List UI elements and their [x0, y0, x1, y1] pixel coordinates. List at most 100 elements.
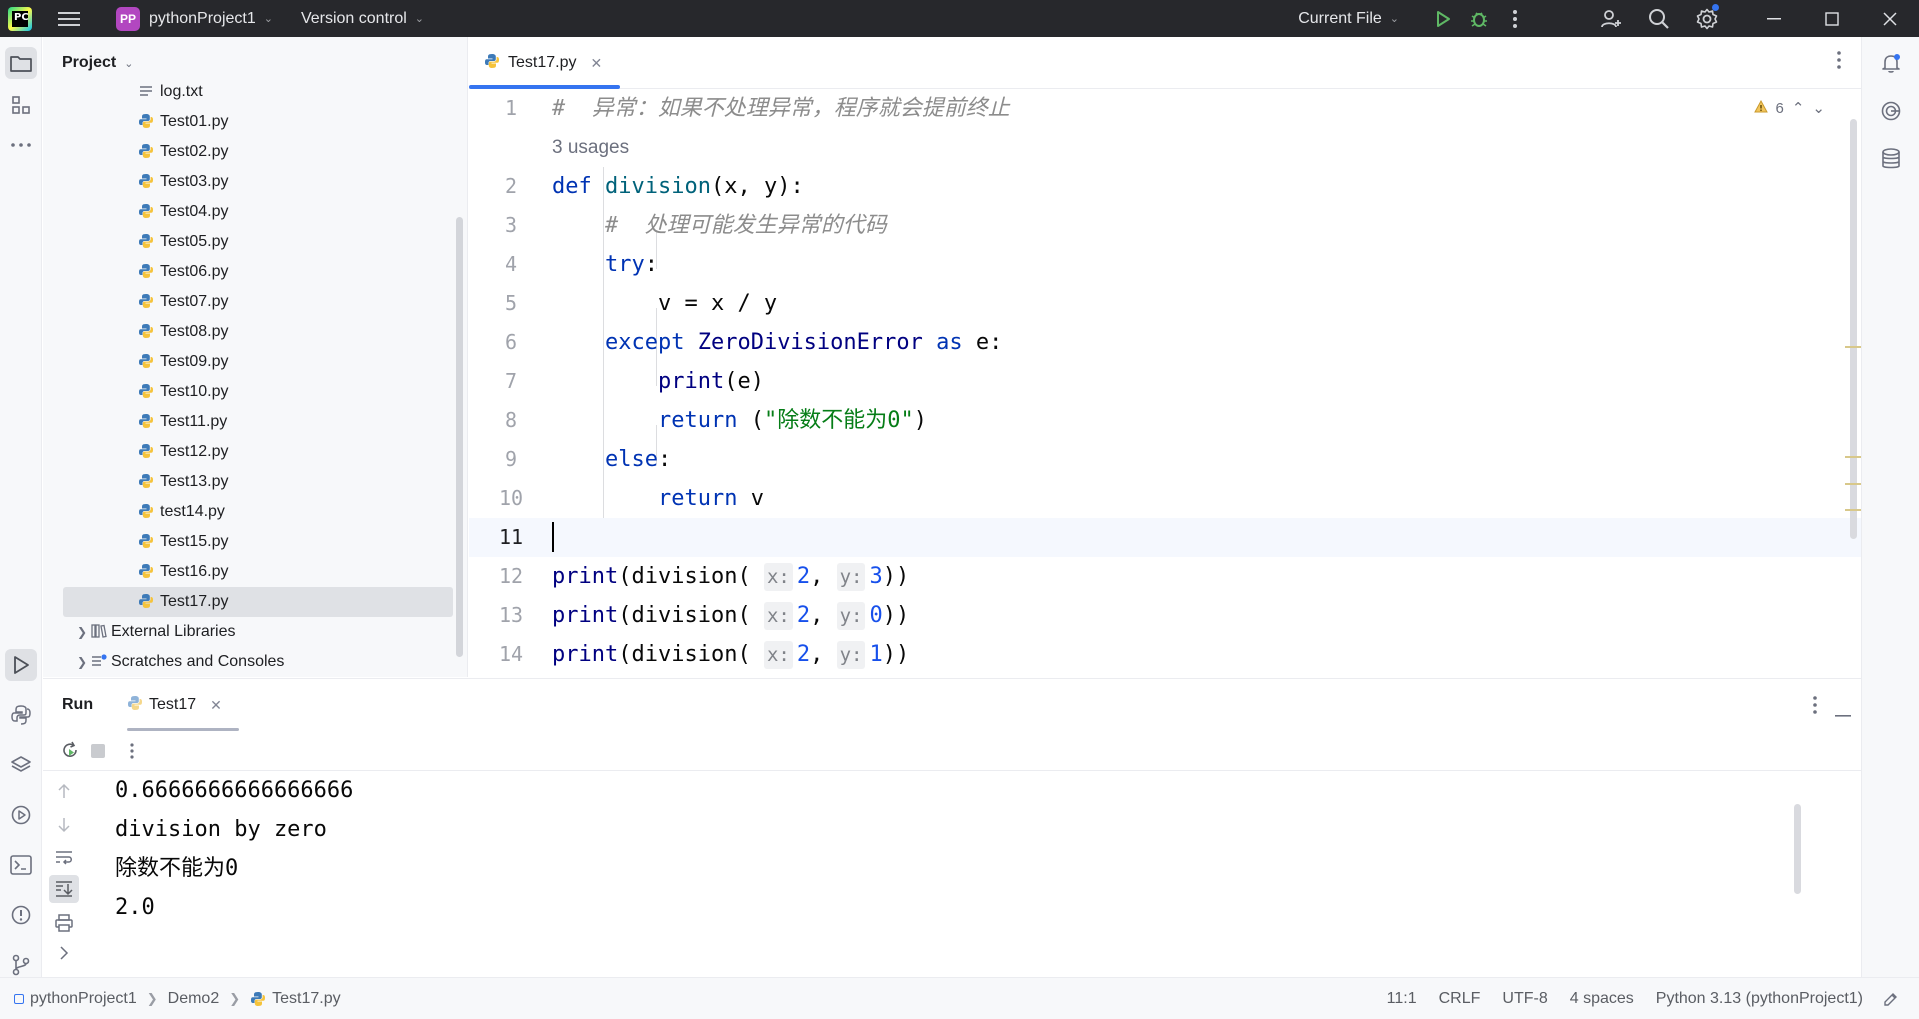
- run-tool-icon[interactable]: [5, 649, 37, 681]
- scroll-to-end-icon[interactable]: [49, 875, 79, 903]
- tree-item-py-file[interactable]: Test06.py: [63, 257, 453, 287]
- chevron-right-icon[interactable]: ❯: [77, 625, 87, 639]
- soft-wrap-icon[interactable]: [49, 843, 79, 871]
- tree-item-py-file[interactable]: test14.py: [63, 497, 453, 527]
- run-tab-test17[interactable]: Test17 ✕: [127, 679, 239, 731]
- run-icon[interactable]: [1425, 0, 1461, 37]
- tree-item-py-file[interactable]: Test02.py: [63, 137, 453, 167]
- editor-scrollbar[interactable]: [1850, 119, 1857, 539]
- run-more-icon[interactable]: [117, 736, 147, 766]
- project-scrollbar[interactable]: [456, 217, 463, 657]
- code-text: def division(x, y):: [552, 174, 804, 199]
- indent-setting[interactable]: 4 spaces: [1570, 990, 1634, 1008]
- tree-item-py-file[interactable]: Test11.py: [63, 407, 453, 437]
- editor-tabs-menu-icon[interactable]: [1837, 51, 1841, 74]
- database-icon[interactable]: [1875, 143, 1907, 175]
- usages-hint[interactable]: 3 usages: [552, 128, 629, 167]
- line-number: 9: [504, 447, 518, 471]
- rerun-icon[interactable]: [55, 736, 85, 766]
- tree-item-txt-file[interactable]: log.txt: [63, 77, 453, 107]
- console-scrollbar[interactable]: [1794, 804, 1801, 894]
- line-number: 6: [504, 330, 518, 354]
- file-encoding[interactable]: UTF-8: [1502, 990, 1547, 1008]
- close-tab-icon[interactable]: ✕: [210, 697, 222, 714]
- tree-item-external-libraries[interactable]: ❯ External Libraries: [63, 617, 453, 647]
- tree-item-py-file[interactable]: Test13.py: [63, 467, 453, 497]
- tree-item-label: Test01.py: [160, 113, 229, 130]
- hide-panel-icon[interactable]: [1835, 704, 1851, 722]
- debug-icon[interactable]: [1461, 0, 1497, 37]
- warning-marker[interactable]: [1845, 456, 1861, 458]
- terminal-icon[interactable]: [5, 849, 37, 881]
- search-icon[interactable]: [1641, 0, 1677, 37]
- python-packages-icon[interactable]: [5, 699, 37, 731]
- python-interpreter[interactable]: Python 3.13 (pythonProject1): [1656, 990, 1863, 1008]
- project-tool-icon[interactable]: [5, 47, 37, 79]
- tree-item-scratches[interactable]: ❯ Scratches and Consoles: [63, 647, 453, 677]
- settings-gear-icon[interactable]: [1689, 0, 1725, 37]
- project-panel: Project ⌄ log.txt Test01.py Test02.py Test0…: [43, 37, 468, 677]
- add-user-icon[interactable]: [1593, 0, 1629, 37]
- scroll-down-icon[interactable]: [49, 811, 79, 839]
- breadcrumb-project[interactable]: pythonProject1: [14, 990, 137, 1008]
- tree-item-py-file[interactable]: Test04.py: [63, 197, 453, 227]
- breadcrumb-label: pythonProject1: [30, 989, 137, 1007]
- chevron-right-icon[interactable]: ❯: [77, 655, 87, 669]
- chevron-up-icon[interactable]: ⌃: [1792, 99, 1805, 117]
- tree-item-py-file[interactable]: Test05.py: [63, 227, 453, 257]
- close-tab-icon[interactable]: ✕: [590, 55, 602, 72]
- caret-position[interactable]: 11:1: [1387, 990, 1417, 1008]
- tree-item-py-file[interactable]: Test01.py: [63, 107, 453, 137]
- warning-marker[interactable]: [1845, 483, 1861, 485]
- console-output[interactable]: 0.6666666666666666 division by zero 除数不能…: [115, 771, 1815, 978]
- tree-item-py-file[interactable]: Test07.py: [63, 287, 453, 317]
- tree-item-py-file[interactable]: Test12.py: [63, 437, 453, 467]
- problems-icon[interactable]: [5, 899, 37, 931]
- line-number: 13: [498, 603, 524, 627]
- tree-item-py-file[interactable]: Test16.py: [63, 557, 453, 587]
- maximize-window-button[interactable]: [1803, 0, 1861, 37]
- minimize-window-button[interactable]: [1745, 0, 1803, 37]
- inspection-widget[interactable]: 6 ⌃ ⌄: [1753, 99, 1825, 117]
- tree-item-py-file[interactable]: Test10.py: [63, 377, 453, 407]
- warning-marker[interactable]: [1845, 346, 1861, 348]
- tree-item-py-file[interactable]: Test03.py: [63, 167, 453, 197]
- right-tool-strip: [1861, 37, 1919, 977]
- more-actions-icon[interactable]: [1497, 0, 1533, 37]
- run-panel-title[interactable]: Run: [62, 679, 93, 731]
- tree-item-label: Scratches and Consoles: [111, 653, 285, 670]
- run-toolbar: [43, 731, 1861, 771]
- more-tools-icon[interactable]: [5, 129, 37, 161]
- chevron-right-icon[interactable]: [49, 939, 79, 967]
- tree-item-py-file[interactable]: Test08.py: [63, 317, 453, 347]
- tree-item-py-file[interactable]: Test17.py: [63, 587, 453, 617]
- breadcrumb-file[interactable]: Test17.py: [250, 990, 341, 1008]
- chevron-down-icon[interactable]: ⌄: [1812, 99, 1825, 117]
- tree-item-py-file[interactable]: Test15.py: [63, 527, 453, 557]
- version-control-menu[interactable]: Version control ⌄: [301, 10, 424, 28]
- run-configuration-selector[interactable]: Current File ⌄: [1298, 10, 1399, 28]
- layers-icon[interactable]: [5, 749, 37, 781]
- code-editor[interactable]: 1 # 异常：如果不处理异常，程序就会提前终止 3 usages 2 def d…: [469, 89, 1861, 677]
- tab-test17[interactable]: Test17.py ✕: [469, 37, 620, 89]
- run-options-icon[interactable]: [1813, 696, 1817, 719]
- code-line: 12 print(division( x: 2, y: 3)): [469, 557, 1861, 596]
- line-ending[interactable]: CRLF: [1439, 990, 1481, 1008]
- tree-item-label: Test07.py: [160, 293, 229, 310]
- structure-tool-icon[interactable]: [5, 89, 37, 121]
- main-menu-icon[interactable]: [58, 11, 80, 26]
- services-icon[interactable]: [5, 799, 37, 831]
- close-window-button[interactable]: [1861, 0, 1919, 37]
- stop-icon[interactable]: [83, 736, 113, 766]
- read-only-toggle-icon[interactable]: [1883, 991, 1899, 1007]
- project-name: pythonProject1: [149, 9, 256, 27]
- python-file-icon: [250, 991, 266, 1007]
- scroll-up-icon[interactable]: [49, 777, 79, 805]
- breadcrumb-folder[interactable]: Demo2: [168, 990, 220, 1008]
- project-switcher[interactable]: PP pythonProject1 ⌄: [110, 5, 279, 33]
- notifications-icon[interactable]: [1875, 47, 1907, 79]
- warning-marker[interactable]: [1845, 509, 1861, 511]
- tree-item-py-file[interactable]: Test09.py: [63, 347, 453, 377]
- print-icon[interactable]: [49, 909, 79, 937]
- ai-assistant-icon[interactable]: [1875, 95, 1907, 127]
